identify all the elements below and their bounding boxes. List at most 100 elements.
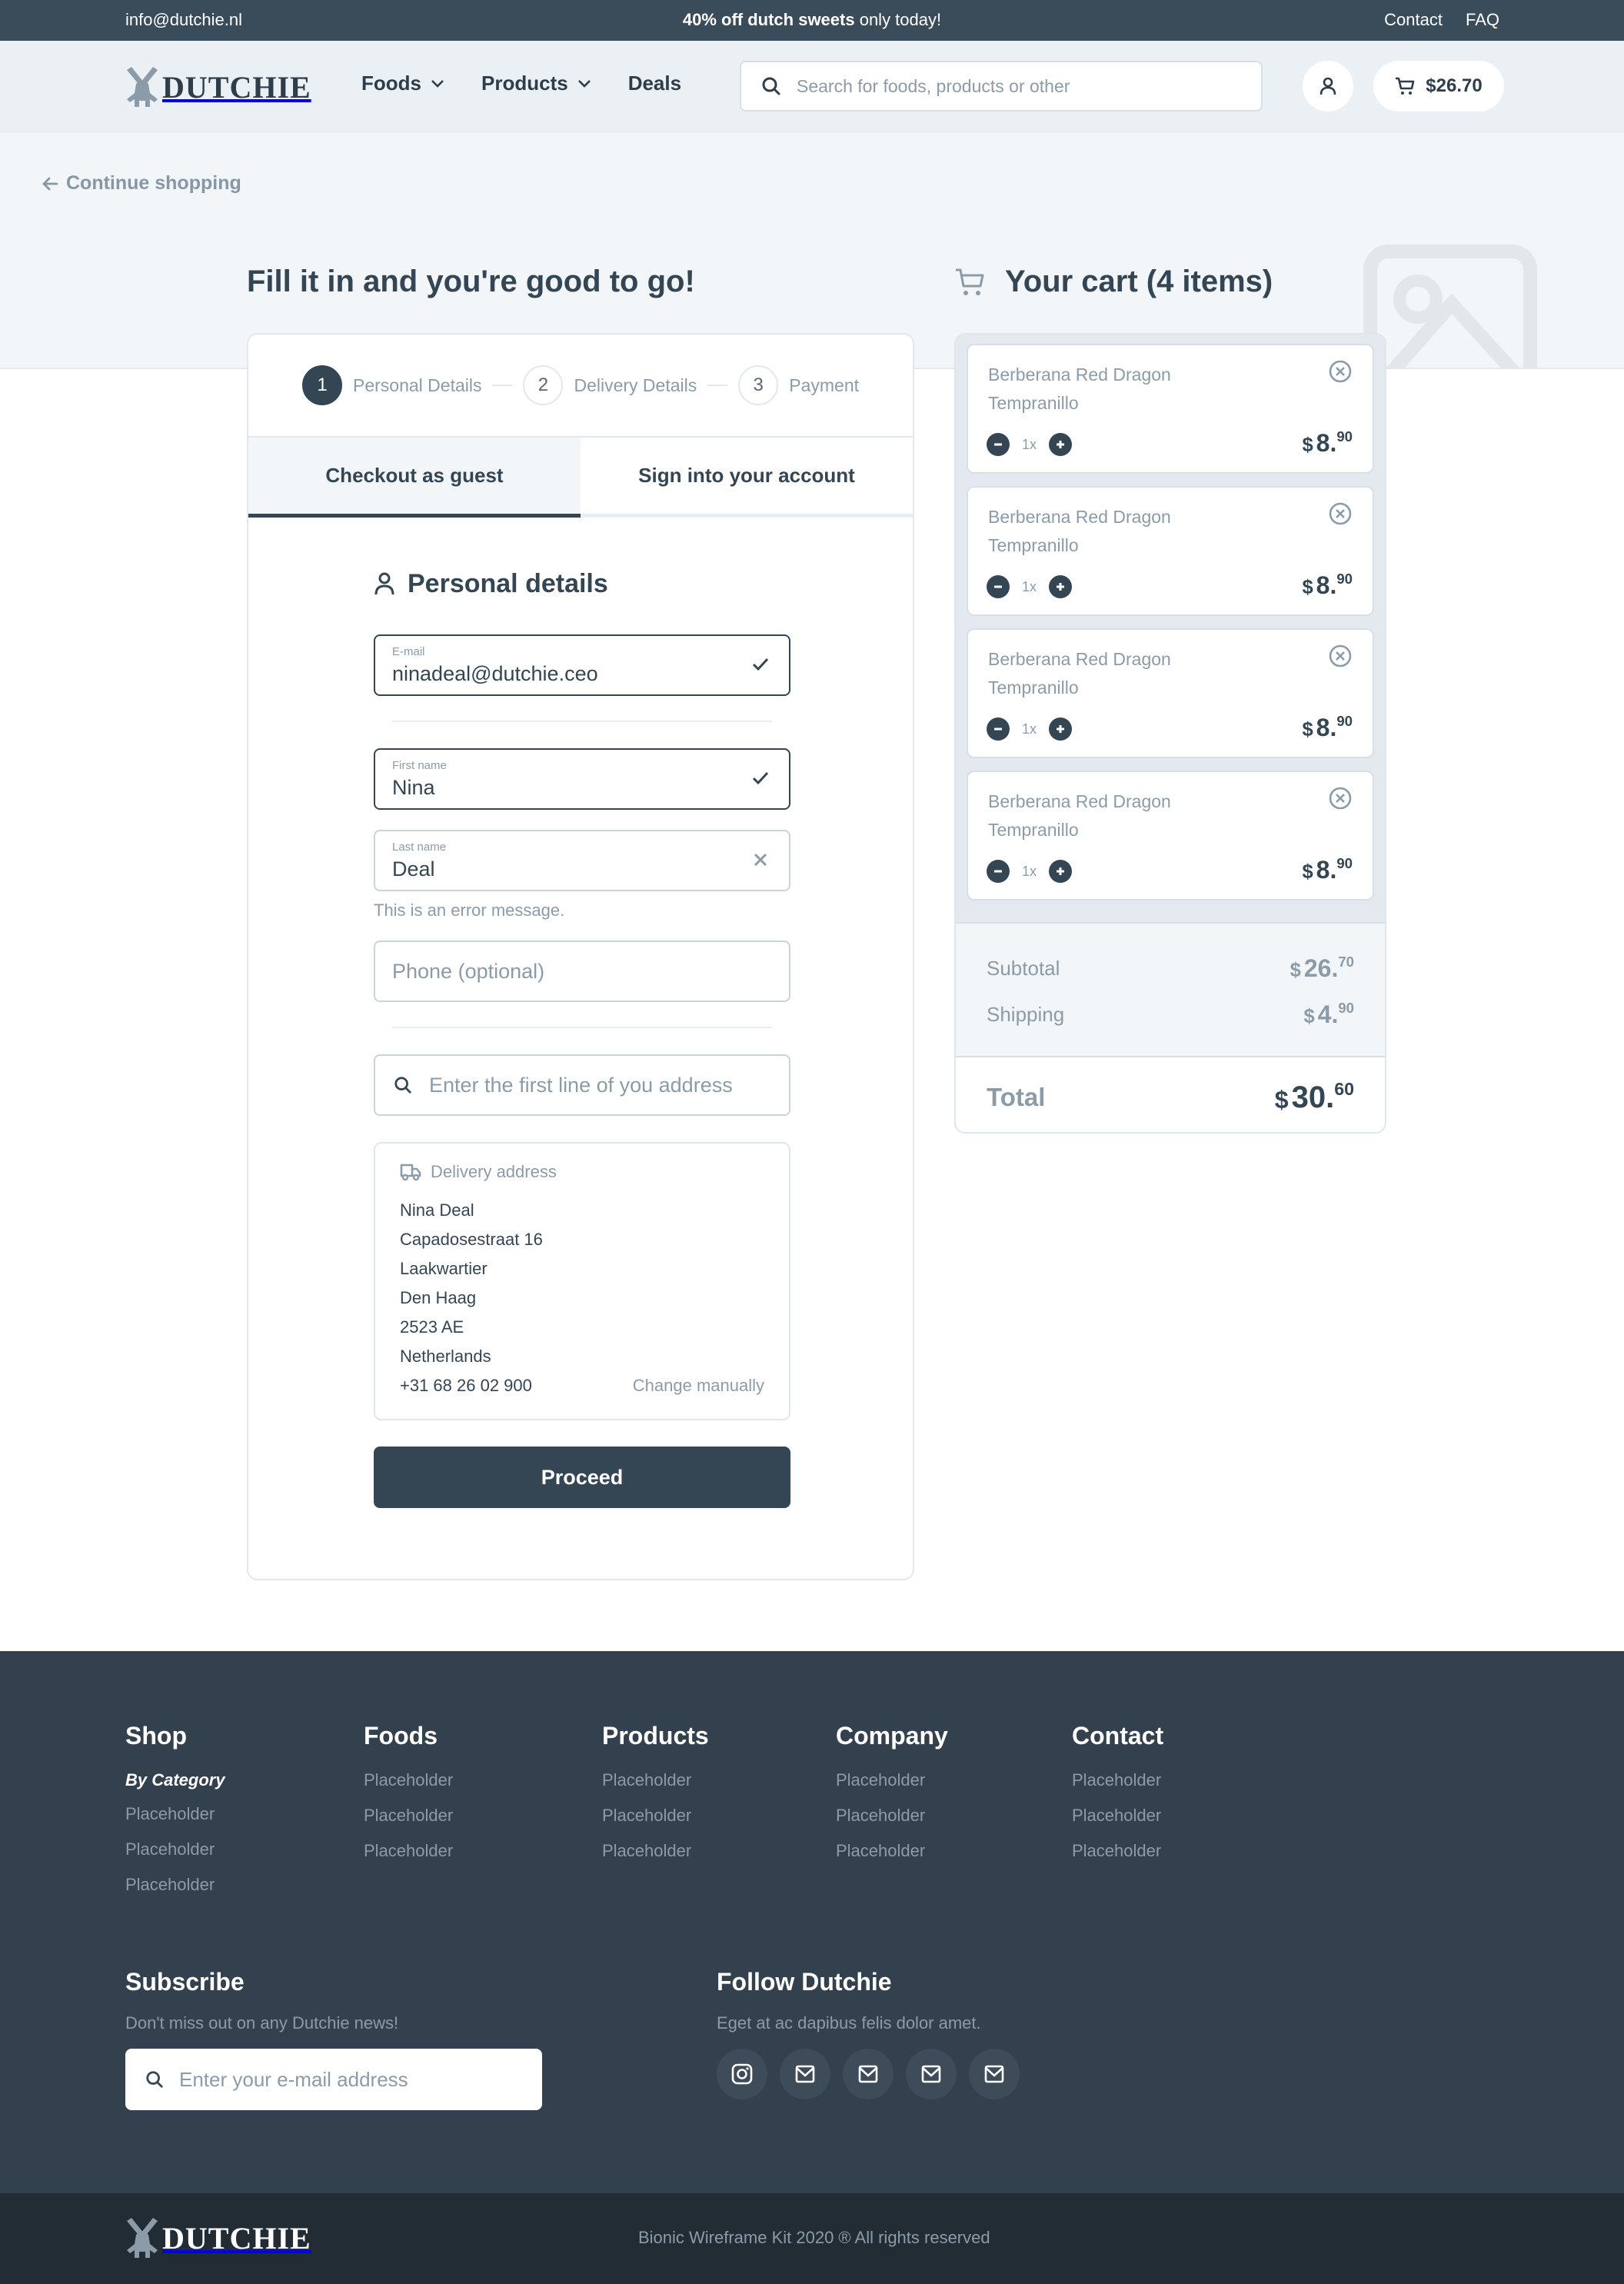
instagram-icon (731, 2063, 753, 2085)
social-mail-button[interactable] (969, 2049, 1020, 2099)
price-cents: 90 (1336, 713, 1353, 729)
footer-logo[interactable]: DUTCHIE (125, 2218, 311, 2258)
footer-col-title: Products (602, 1722, 709, 1750)
step-payment[interactable]: 3 Payment (738, 365, 859, 405)
plus-icon (1057, 583, 1065, 591)
tab-checkout-as-guest[interactable]: Checkout as guest (248, 438, 581, 518)
footer-bottom-bar: DUTCHIE Bionic Wireframe Kit 2020 ® All … (0, 2193, 1624, 2284)
decrease-qty-button[interactable] (987, 860, 1010, 883)
account-button[interactable] (1303, 61, 1353, 112)
step-personal-details[interactable]: 1 Personal Details (302, 365, 481, 405)
nav-foods-label: Foods (361, 72, 421, 95)
truck-icon (400, 1164, 421, 1181)
social-instagram-button[interactable] (717, 2049, 767, 2099)
delivery-address-box: Delivery address Nina Deal Capadosestraa… (374, 1142, 790, 1420)
step-number: 1 (302, 365, 342, 405)
footer-link[interactable]: Placeholder (1072, 1806, 1163, 1826)
cart-button[interactable]: $26.70 (1373, 61, 1504, 112)
step-delivery-details[interactable]: 2 Delivery Details (523, 365, 697, 405)
subtotal-label: Subtotal (987, 956, 1060, 980)
shipping-row: Shipping $4.90 (987, 991, 1354, 1037)
price-cents: 70 (1338, 954, 1354, 970)
social-mail-button[interactable] (906, 2049, 957, 2099)
quantity-stepper: 1x (987, 575, 1073, 598)
cart-item-name: Berberana Red Dragon Tempranillo (988, 365, 1171, 413)
footer-link[interactable]: Placeholder (364, 1841, 453, 1861)
email-input[interactable] (392, 662, 730, 686)
footer-link[interactable]: Placeholder (364, 1770, 453, 1790)
decrease-qty-button[interactable] (987, 433, 1010, 456)
social-mail-button[interactable] (780, 2049, 830, 2099)
remove-item-icon[interactable] (1328, 644, 1353, 668)
topbar-links: Contact FAQ (1384, 10, 1499, 30)
footer-link[interactable]: Placeholder (125, 1840, 225, 1859)
subscribe-email-input[interactable] (179, 2067, 517, 2092)
footer-link[interactable]: Placeholder (836, 1770, 948, 1790)
first-name-field: First name (374, 748, 790, 810)
footer-link[interactable]: Placeholder (1072, 1770, 1163, 1790)
cart-item: Berberana Red Dragon Tempranillo 1x $8.9… (967, 486, 1374, 616)
footer-link[interactable]: Placeholder (602, 1841, 709, 1861)
main-nav: Foods Products Deals (361, 72, 681, 95)
nav-foods[interactable]: Foods (361, 72, 444, 95)
nav-deals[interactable]: Deals (628, 72, 681, 95)
change-manually-link[interactable]: Change manually (633, 1371, 764, 1400)
social-mail-button[interactable] (843, 2049, 894, 2099)
increase-qty-button[interactable] (1049, 717, 1073, 741)
cart-item-price: $8.90 (1302, 571, 1353, 600)
increase-qty-button[interactable] (1049, 860, 1073, 883)
cart-icon (1396, 77, 1415, 95)
promo-banner: 40% off dutch sweets only today! (0, 10, 1624, 30)
footer-link[interactable]: Placeholder (836, 1841, 948, 1861)
address-line: Capadosestraat 16 (400, 1230, 543, 1249)
cart-item-qty: 1x (1022, 721, 1037, 737)
address-phone: +31 68 26 02 900 (400, 1376, 532, 1395)
decrease-qty-button[interactable] (987, 575, 1010, 598)
main-header: DUTCHIE Foods Products Deals $26.70 (0, 41, 1624, 133)
footer-link[interactable]: Placeholder (364, 1806, 453, 1826)
proceed-button[interactable]: Proceed (374, 1447, 790, 1508)
increase-qty-button[interactable] (1049, 433, 1073, 456)
check-icon (752, 658, 769, 671)
footer-link[interactable]: Placeholder (1072, 1841, 1163, 1861)
decrease-qty-button[interactable] (987, 717, 1010, 741)
increase-qty-button[interactable] (1049, 575, 1073, 598)
clear-icon[interactable] (750, 850, 770, 870)
remove-item-icon[interactable] (1328, 501, 1353, 526)
cart-item-qty: 1x (1022, 436, 1037, 452)
total-label: Total (987, 1083, 1046, 1111)
cart-item-price: $8.90 (1302, 713, 1353, 742)
last-name-input[interactable] (392, 857, 730, 881)
topbar-faq-link[interactable]: FAQ (1466, 10, 1499, 30)
cart-item-name: Berberana Red Dragon Tempranillo (988, 791, 1171, 840)
cart-item-name: Berberana Red Dragon Tempranillo (988, 649, 1171, 698)
remove-item-icon[interactable] (1328, 786, 1353, 811)
social-links (717, 2049, 1020, 2099)
continue-shopping-link[interactable]: Continue shopping (42, 172, 241, 195)
price-main: 8. (1316, 571, 1337, 599)
subscribe-field (125, 2049, 542, 2110)
cart-panel: Berberana Red Dragon Tempranillo 1x $8.9… (954, 333, 1386, 1134)
remove-item-icon[interactable] (1328, 359, 1353, 384)
nav-products[interactable]: Products (481, 72, 591, 95)
chevron-down-icon (431, 79, 444, 88)
cart-total: $26.70 (1426, 75, 1483, 96)
tab-sign-into-account[interactable]: Sign into your account (581, 438, 913, 518)
subtotal-value: $26.70 (1290, 954, 1354, 983)
promo-bold: 40% off dutch sweets (682, 10, 855, 29)
address-search-input[interactable] (429, 1073, 767, 1097)
topbar-contact-link[interactable]: Contact (1384, 10, 1443, 30)
footer-link[interactable]: Placeholder (125, 1804, 225, 1824)
footer-col-contact: Contact Placeholder Placeholder Placehol… (1072, 1722, 1163, 1876)
currency-symbol: $ (1302, 434, 1313, 456)
footer-link[interactable]: Placeholder (125, 1875, 225, 1895)
footer-link[interactable]: Placeholder (836, 1806, 948, 1826)
image-placeholder-icon (1363, 245, 1537, 369)
header-search-input[interactable] (797, 75, 1227, 97)
minus-icon (994, 585, 1002, 588)
footer-link[interactable]: Placeholder (602, 1770, 709, 1790)
first-name-input[interactable] (392, 776, 730, 800)
logo[interactable]: DUTCHIE (125, 67, 311, 107)
footer-link[interactable]: Placeholder (602, 1806, 709, 1826)
phone-input[interactable] (392, 942, 769, 1000)
